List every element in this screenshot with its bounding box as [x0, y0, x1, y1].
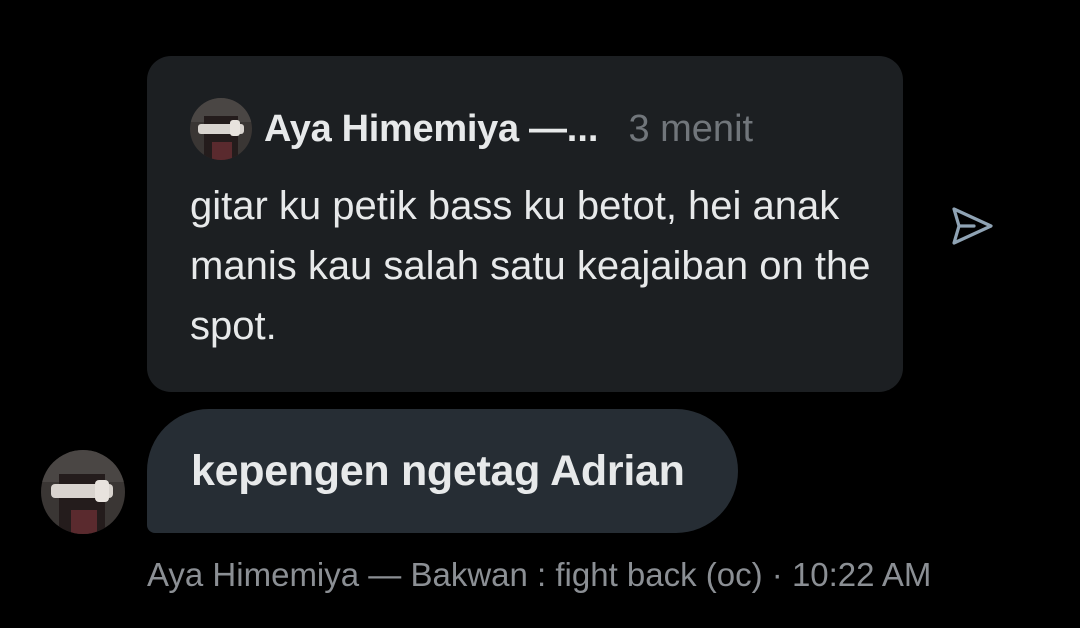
meta-separator: ·	[762, 556, 792, 593]
share-button[interactable]	[946, 200, 998, 252]
quoted-author-avatar[interactable]	[190, 98, 252, 160]
message-sender: Aya Himemiya — Bakwan : fight back (oc)	[147, 556, 763, 593]
message-text: kepengen ngetag Adrian	[191, 446, 685, 495]
message-bubble[interactable]: kepengen ngetag Adrian	[147, 409, 738, 533]
sender-avatar[interactable]	[41, 450, 125, 534]
quoted-post-time: 3 menit	[628, 107, 754, 150]
send-icon	[952, 207, 993, 245]
author-ellipsis: ...	[566, 107, 599, 150]
message-meta: Aya Himemiya — Bakwan : fight back (oc) …	[147, 556, 931, 594]
message-timestamp: 10:22 AM	[791, 556, 932, 593]
avatar-image	[41, 450, 125, 534]
quoted-author-name: Aya Himemiya —	[264, 107, 567, 150]
quoted-post-card[interactable]: Aya Himemiya —... 3 menit gitar ku petik…	[147, 56, 903, 392]
quoted-post-header: Aya Himemiya —... 3 menit	[190, 98, 753, 160]
quoted-post-text: gitar ku petik bass ku betot, hei anak m…	[190, 184, 871, 348]
avatar-image	[190, 98, 252, 160]
